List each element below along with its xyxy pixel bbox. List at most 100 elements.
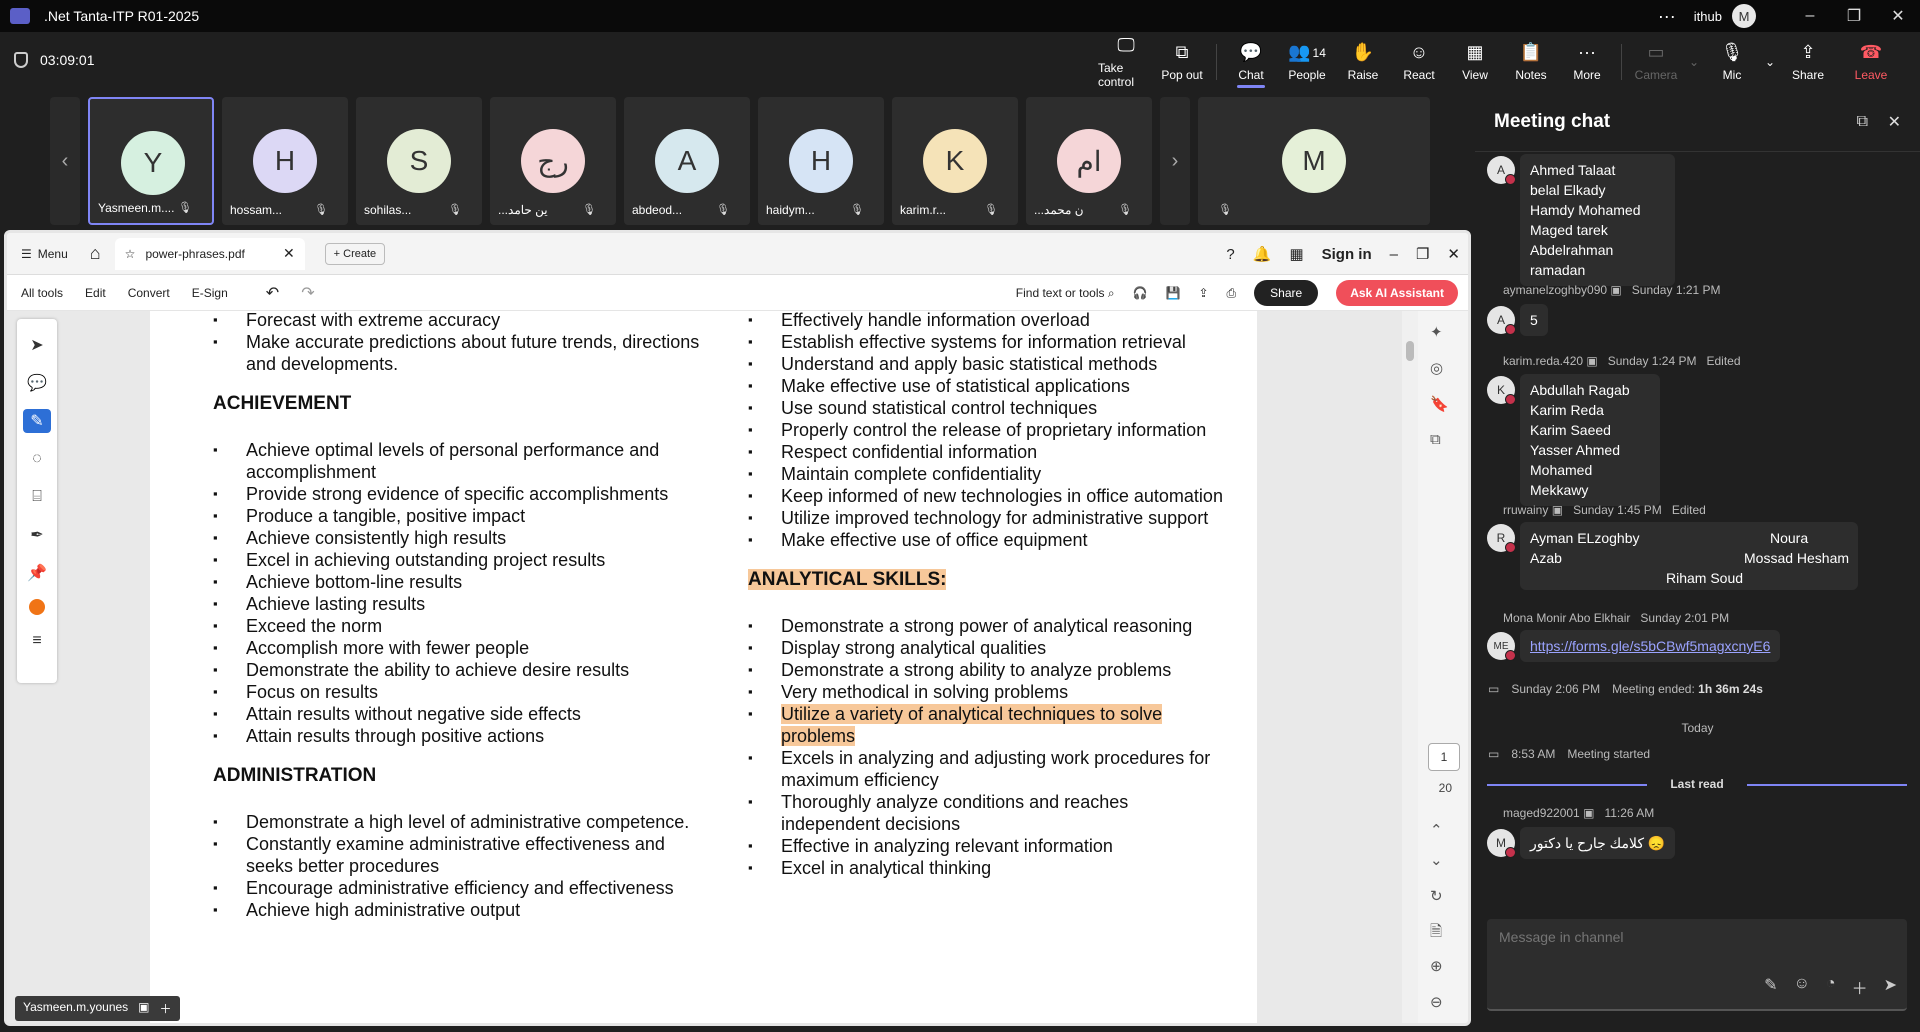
vertical-scrollbar[interactable] xyxy=(1402,311,1418,1023)
close-button[interactable]: ✕ xyxy=(1447,245,1460,263)
page-settings-icon[interactable]: 🗎 xyxy=(1430,921,1442,946)
chat-message[interactable]: 5 xyxy=(1520,304,1548,336)
pin-icon[interactable]: 📌 xyxy=(23,561,51,585)
emoji-icon[interactable]: ☺ xyxy=(1794,975,1810,999)
chat-message[interactable]: Ayman ELzoghby Noura Azab Mossad Hesham … xyxy=(1520,522,1858,590)
participant-tile-self[interactable]: M 🎙 xyxy=(1198,97,1430,225)
mic-options-chevron-icon[interactable]: ⌄ xyxy=(1760,32,1780,92)
more-button[interactable]: ··· More xyxy=(1559,32,1615,92)
star-icon[interactable]: ☆ xyxy=(125,247,136,261)
pop-out-chat-icon[interactable]: ⧉ xyxy=(1857,113,1868,131)
camera-button[interactable]: ▭ Camera xyxy=(1628,32,1684,92)
home-icon[interactable]: ⌂ xyxy=(90,243,101,264)
close-window-button[interactable]: ✕ xyxy=(1876,6,1920,26)
fill-sign-icon[interactable]: ✒ xyxy=(23,523,51,547)
zoom-in-icon[interactable]: ⊕ xyxy=(1430,957,1443,975)
scroll-thumb[interactable] xyxy=(1406,341,1414,361)
chat-message[interactable]: Abdullah Ragab Karim Reda Karim Saeed Yasse… xyxy=(1520,374,1660,506)
participant-tile[interactable]: رج ...ين حامد 🎙 xyxy=(490,97,616,225)
read-aloud-icon[interactable]: 🎧 xyxy=(1133,286,1148,300)
avatar[interactable]: M xyxy=(1487,829,1516,858)
send-icon[interactable]: ➤ xyxy=(1884,975,1897,999)
notes-button[interactable]: 📋 Notes xyxy=(1503,32,1559,92)
apps-grid-icon[interactable]: ▦ xyxy=(1289,245,1303,263)
all-tools-link[interactable]: All tools xyxy=(21,286,63,300)
message-input[interactable] xyxy=(1499,929,1889,945)
account-name[interactable]: ithub xyxy=(1694,9,1722,24)
page-down-icon[interactable]: ⌄ xyxy=(1430,851,1443,869)
format-icon[interactable]: ✎ xyxy=(1764,975,1777,999)
undo-icon[interactable]: ↶ xyxy=(266,283,279,303)
avatar[interactable]: K xyxy=(1487,376,1516,405)
pages-icon[interactable]: ⧉ xyxy=(1430,431,1441,448)
pop-out-button[interactable]: ⧉ Pop out xyxy=(1154,32,1210,92)
avatar[interactable]: ME xyxy=(1487,632,1516,661)
help-icon[interactable]: ? xyxy=(1226,246,1234,263)
strip-prev-chevron-icon[interactable]: ‹ xyxy=(50,97,80,225)
ai-summary-icon[interactable]: ✦ xyxy=(1430,323,1443,341)
form-link[interactable]: https://forms.gle/s5bCBwf5magxcnyE6 xyxy=(1530,638,1770,654)
strip-next-chevron-icon[interactable]: › xyxy=(1160,97,1190,225)
people-button[interactable]: 👥 14 People xyxy=(1279,32,1335,92)
react-button[interactable]: ☺ React xyxy=(1391,32,1447,92)
bell-icon[interactable]: 🔔 xyxy=(1253,245,1272,263)
participant-tile[interactable]: H hossam... 🎙 xyxy=(222,97,348,225)
avatar[interactable]: R xyxy=(1487,524,1516,553)
redo-icon[interactable]: ↷ xyxy=(301,283,314,303)
leave-button[interactable]: ☎ Leave xyxy=(1836,32,1906,92)
sticker-icon[interactable]: ◔ xyxy=(1826,975,1836,999)
participant-tile[interactable]: K karim.r... 🎙 xyxy=(892,97,1018,225)
minimize-button[interactable]: – xyxy=(1390,246,1398,263)
close-chat-icon[interactable]: ✕ xyxy=(1888,112,1901,132)
account-avatar[interactable]: M xyxy=(1732,4,1756,28)
view-button[interactable]: ▦ View xyxy=(1447,32,1503,92)
highlight-pen-icon[interactable]: ✎ xyxy=(23,409,51,433)
line-weight-icon[interactable]: ≡ xyxy=(23,629,51,653)
page-number-input[interactable]: 1 xyxy=(1428,743,1460,771)
share-button[interactable]: ⇪ Share xyxy=(1780,32,1836,92)
chat-message[interactable]: 😞 كلامك جارح يا دكتور xyxy=(1520,827,1676,859)
participant-tile[interactable]: H haidym... 🎙 xyxy=(758,97,884,225)
comment-icon[interactable]: 💬 xyxy=(23,371,51,395)
participant-tile[interactable]: S sohilas... 🎙 xyxy=(356,97,482,225)
rotate-icon[interactable]: ↻ xyxy=(1430,887,1443,905)
take-control-button[interactable]: 🖵 Take control xyxy=(1098,32,1154,92)
participant-tile[interactable]: ام ...ن محمد 🎙 xyxy=(1026,97,1152,225)
attach-plus-icon[interactable]: ＋ xyxy=(1852,975,1868,999)
chat-message[interactable]: Ahmed Talaat belal Elkady Hamdy Mohamed Mag… xyxy=(1520,154,1675,286)
sign-in-button[interactable]: Sign in xyxy=(1322,246,1372,263)
close-tab-icon[interactable]: ✕ xyxy=(283,245,295,262)
document-tab[interactable]: ☆ power-phrases.pdf ✕ xyxy=(114,237,305,270)
esign-link[interactable]: E-Sign xyxy=(192,286,228,300)
maximize-button[interactable]: ❐ xyxy=(1416,245,1429,263)
text-box-icon[interactable]: ⌸ xyxy=(23,485,51,509)
minimize-button[interactable]: – xyxy=(1788,7,1832,25)
upload-icon[interactable]: ⇪ xyxy=(1198,286,1208,300)
ai-assistant-button[interactable]: Ask AI Assistant xyxy=(1336,280,1458,306)
menu-button[interactable]: ☰ Menu xyxy=(21,247,68,261)
find-field[interactable]: Find text or tools ⌕ xyxy=(1016,286,1115,301)
avatar[interactable]: A xyxy=(1487,156,1516,185)
save-icon[interactable]: 💾 xyxy=(1166,286,1181,300)
comments-panel-icon[interactable]: ◎ xyxy=(1430,359,1443,377)
share-doc-button[interactable]: Share xyxy=(1254,280,1319,306)
avatar[interactable]: A xyxy=(1487,306,1516,335)
chat-button[interactable]: 💬 Chat xyxy=(1223,32,1279,92)
chat-message[interactable]: https://forms.gle/s5bCBwf5magxcnyE6 xyxy=(1520,630,1781,662)
convert-link[interactable]: Convert xyxy=(128,286,170,300)
participant-tile[interactable]: Y Yasmeen.m.... 🎙 xyxy=(88,97,214,225)
select-cursor-icon[interactable]: ➤ xyxy=(23,333,51,357)
draw-lasso-icon[interactable]: ◌ xyxy=(23,447,51,471)
zoom-out-icon[interactable]: ⊖ xyxy=(1430,993,1443,1011)
create-button[interactable]: + Create xyxy=(324,242,386,265)
participant-tile[interactable]: A abdeod... 🎙 xyxy=(624,97,750,225)
more-options-icon[interactable]: ··· xyxy=(1658,6,1676,27)
bookmarks-icon[interactable]: 🔖 xyxy=(1430,395,1449,413)
maximize-button[interactable]: ❐ xyxy=(1832,6,1876,26)
color-picker-icon[interactable] xyxy=(29,599,45,615)
mic-button[interactable]: 🎙 Mic xyxy=(1704,32,1760,92)
page-up-icon[interactable]: ⌃ xyxy=(1430,821,1443,839)
print-icon[interactable]: ⎙ xyxy=(1227,286,1237,301)
compose-box[interactable]: ✎ ☺ ◔ ＋ ➤ xyxy=(1487,919,1907,1011)
raise-hand-button[interactable]: ✋ Raise xyxy=(1335,32,1391,92)
